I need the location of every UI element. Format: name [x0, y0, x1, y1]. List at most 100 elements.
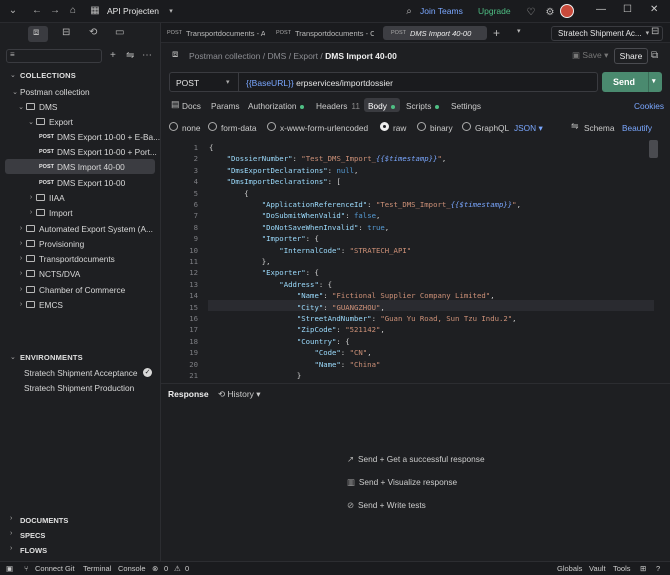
tab-docs[interactable]: Docs [182, 101, 201, 111]
tree-item-request[interactable]: POST DMS Export 10-00 + Port... [0, 144, 160, 159]
terminal-button[interactable]: Terminal [83, 564, 111, 573]
tree-item-request-active[interactable]: POST DMS Import 40-00 [5, 159, 155, 174]
hint-send-tests[interactable]: ⊘ Send + Write tests [347, 500, 426, 510]
tree-item-request[interactable]: POST DMS Export 10-00 [0, 175, 160, 190]
specs-header[interactable]: SPECS [20, 531, 45, 540]
radio-raw[interactable] [380, 122, 389, 131]
home-icon[interactable]: ⌂ [64, 2, 82, 20]
chevron-right-icon[interactable]: › [10, 530, 12, 537]
upgrade-link[interactable]: Upgrade [478, 6, 511, 16]
copy-link-icon[interactable]: ⧉ [651, 51, 658, 61]
tree-item-emcs[interactable]: › EMCS [0, 297, 160, 312]
share-button[interactable]: Share [614, 48, 648, 64]
format-select[interactable]: JSON ▾ [514, 123, 543, 133]
method-select[interactable]: POST [176, 78, 199, 88]
notification-bell-icon[interactable]: ♡ [522, 4, 540, 22]
breadcrumb-item[interactable]: Export [293, 51, 318, 61]
tree-item-chamber[interactable]: › Chamber of Commerce [0, 282, 160, 297]
menu-chevron-icon[interactable]: ⌄ [4, 2, 22, 20]
tree-item-request[interactable]: POST DMS Export 10-00 + E-Ba... [0, 129, 160, 144]
close-window-icon[interactable]: ✕ [650, 4, 658, 15]
radio-graphql[interactable] [462, 122, 471, 131]
beautify-button[interactable]: Beautify [622, 123, 652, 133]
chevron-down-icon[interactable]: ▾ [652, 77, 656, 85]
cookies-link[interactable]: Cookies [634, 101, 664, 111]
vault-button[interactable]: Vault [589, 564, 606, 573]
tree-item-ncts[interactable]: › NCTS/DVA [0, 266, 160, 281]
flows-header[interactable]: FLOWS [20, 546, 47, 555]
breadcrumb-item[interactable]: Postman collection [189, 51, 260, 61]
add-icon[interactable]: + [110, 51, 116, 61]
tab-authorization[interactable]: Authorization [248, 101, 305, 111]
tree-item-automated-export[interactable]: › Automated Export System (A... [0, 221, 160, 236]
sidebar-filter-input[interactable]: ≡ [6, 49, 102, 63]
breadcrumb-item[interactable]: DMS [267, 51, 286, 61]
tree-item-dms[interactable]: ⌄ DMS [0, 99, 160, 114]
tab-settings[interactable]: Settings [451, 101, 481, 111]
radio-none[interactable] [169, 122, 178, 131]
code-editor[interactable]: 1 {2 "DossierNumber": "Test_DMS_Import_{{… [168, 140, 662, 381]
warning-count[interactable]: 0 [185, 564, 189, 573]
tab-transportdocuments-a[interactable]: POST Transportdocuments - A [167, 26, 265, 40]
tree-item-provisioning[interactable]: › Provisioning [0, 236, 160, 251]
collections-icon[interactable]: ⧈ [33, 28, 39, 38]
radio-binary[interactable] [417, 122, 426, 131]
tree-item-postman-collection[interactable]: ⌄ Postman collection [0, 84, 160, 99]
workspace-selector[interactable]: ▦ API Projecten ▾ [86, 2, 180, 20]
user-avatar[interactable] [560, 4, 574, 18]
globals-button[interactable]: Globals [557, 564, 582, 573]
tree-item-transportdocuments[interactable]: › Transportdocuments [0, 251, 160, 266]
grid-icon[interactable]: ⊞ [640, 564, 646, 573]
chevron-right-icon[interactable]: › [10, 545, 12, 552]
tree-item-import[interactable]: › Import [0, 205, 160, 220]
radio-form-data[interactable] [208, 122, 217, 131]
forward-arrow-icon[interactable]: → [46, 2, 64, 20]
help-icon[interactable]: ? [656, 564, 660, 573]
folder-icon[interactable]: ▭ [115, 28, 124, 38]
minimize-icon[interactable]: — [596, 4, 606, 15]
send-button[interactable]: Send ▾ [602, 72, 662, 92]
tab-transportdocuments-c[interactable]: POST Transportdocuments - C [276, 26, 374, 40]
hint-send-visualize[interactable]: ▥ Send + Visualize response [347, 477, 457, 487]
tab-dms-import[interactable]: POST DMS Import 40-00 [383, 26, 487, 40]
tab-headers[interactable]: Headers 11 [316, 101, 360, 111]
save-button[interactable]: ▣ Save ▾ [572, 50, 608, 61]
tab-scripts[interactable]: Scripts [406, 101, 440, 111]
environment-item[interactable]: Stratech Shipment Acceptance [24, 368, 137, 378]
join-teams-link[interactable]: Join Teams [420, 6, 463, 16]
environment-select[interactable]: Stratech Shipment Ac... ▾ [551, 26, 663, 41]
error-count[interactable]: 0 [164, 564, 168, 573]
settings-gear-icon[interactable]: ⚙ [541, 4, 559, 22]
tree-item-export[interactable]: ⌄ Export [0, 114, 160, 129]
tree-item-iiaa[interactable]: › IIAA [0, 190, 160, 205]
sidebar-toggle-icon[interactable]: ▣ [6, 564, 13, 573]
documents-header[interactable]: DOCUMENTS [20, 516, 68, 525]
tools-button[interactable]: Tools [613, 564, 631, 573]
connect-git-button[interactable]: Connect Git [35, 564, 75, 573]
filter-options-icon[interactable]: ⇋ [126, 51, 134, 61]
environment-quicklook-icon[interactable]: ⊟ [651, 27, 659, 37]
tab-params[interactable]: Params [211, 101, 240, 111]
environment-item[interactable]: Stratech Shipment Production [24, 383, 134, 393]
maximize-icon[interactable]: ☐ [623, 4, 632, 15]
line-number: 6 [193, 200, 198, 209]
chevron-right-icon[interactable]: › [10, 515, 12, 522]
history-button[interactable]: ⟲ History ▾ [218, 389, 261, 400]
back-arrow-icon[interactable]: ← [28, 2, 46, 20]
tab-body[interactable]: Body [368, 101, 395, 111]
folder-icon [36, 118, 45, 125]
history-icon[interactable]: ⟲ [89, 28, 97, 38]
hint-send-success[interactable]: ↗ Send + Get a successful response [347, 454, 485, 464]
schema-button[interactable]: Schema [584, 123, 614, 133]
radio-urlencoded[interactable] [267, 122, 276, 131]
more-options-icon[interactable]: ⋯ [142, 51, 152, 61]
console-button[interactable]: Console [118, 564, 146, 573]
editor-scrollbar[interactable] [649, 140, 658, 158]
environments-chevron-icon[interactable]: ⌄ [10, 353, 16, 361]
search-icon[interactable]: ⌕ [400, 3, 418, 21]
tabs-dropdown-icon[interactable]: ▾ [517, 28, 521, 35]
environments-icon[interactable]: ⊟ [62, 28, 70, 38]
new-tab-icon[interactable]: + [493, 27, 500, 39]
collections-chevron-icon[interactable]: ⌄ [10, 71, 16, 79]
url-input[interactable]: {{BaseURL}} erpservices/importdossier [246, 78, 393, 88]
